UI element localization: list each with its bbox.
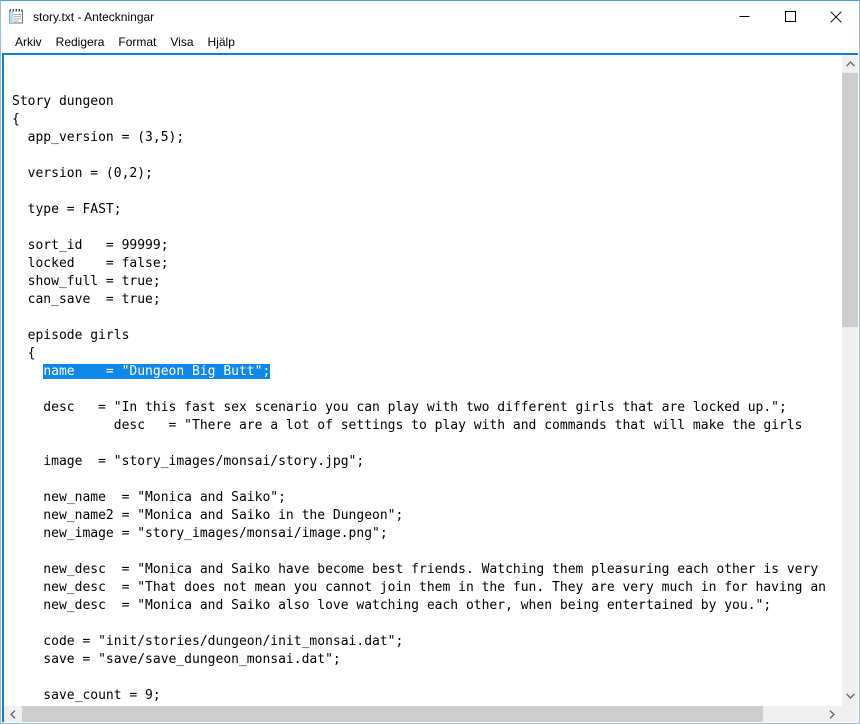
notepad-window: story.txt - Anteckningar Arkiv Redigera … <box>0 0 860 724</box>
selected-text[interactable]: name = "Dungeon Big Butt"; <box>43 364 271 379</box>
minimize-button[interactable] <box>721 1 767 32</box>
scrollbar-corner <box>841 705 858 722</box>
menu-item-redigera[interactable]: Redigera <box>49 34 112 51</box>
editor-frame: Story dungeon { app_version = (3,5); ver… <box>2 53 858 722</box>
menu-item-arkiv[interactable]: Arkiv <box>8 34 49 51</box>
chevron-left-icon <box>10 709 16 719</box>
chevron-right-icon <box>829 709 835 719</box>
text-area[interactable]: Story dungeon { app_version = (3,5); ver… <box>4 55 841 705</box>
menu-item-hjalp[interactable]: Hjälp <box>201 34 242 51</box>
close-button[interactable] <box>813 1 859 32</box>
menu-bar: Arkiv Redigera Format Visa Hjälp <box>1 32 859 53</box>
chevron-up-icon <box>846 61 855 67</box>
menu-item-format[interactable]: Format <box>111 34 163 51</box>
caption-button-group <box>721 1 859 32</box>
scroll-right-button[interactable] <box>823 706 841 722</box>
scroll-left-button[interactable] <box>4 706 22 722</box>
chevron-down-icon <box>846 693 855 699</box>
horizontal-scrollbar[interactable] <box>4 705 841 722</box>
text-before-selection: Story dungeon { app_version = (3,5); ver… <box>12 94 185 361</box>
menu-item-visa[interactable]: Visa <box>163 34 200 51</box>
scroll-up-button[interactable] <box>842 55 858 73</box>
scroll-down-button[interactable] <box>842 687 858 705</box>
vertical-scrollbar[interactable] <box>841 55 858 705</box>
horizontal-scrollbar-thumb[interactable] <box>22 706 763 722</box>
maximize-icon <box>784 11 796 22</box>
maximize-button[interactable] <box>767 1 813 32</box>
minimize-icon <box>739 11 750 22</box>
close-icon <box>830 10 842 23</box>
document-text[interactable]: Story dungeon { app_version = (3,5); ver… <box>12 93 826 705</box>
text-after-selection: desc = "In this fast sex scenario you ca… <box>43 400 826 703</box>
vertical-scrollbar-thumb[interactable] <box>842 73 858 327</box>
notepad-icon <box>8 8 25 25</box>
title-bar[interactable]: story.txt - Anteckningar <box>1 1 859 32</box>
window-title: story.txt - Anteckningar <box>33 10 155 24</box>
